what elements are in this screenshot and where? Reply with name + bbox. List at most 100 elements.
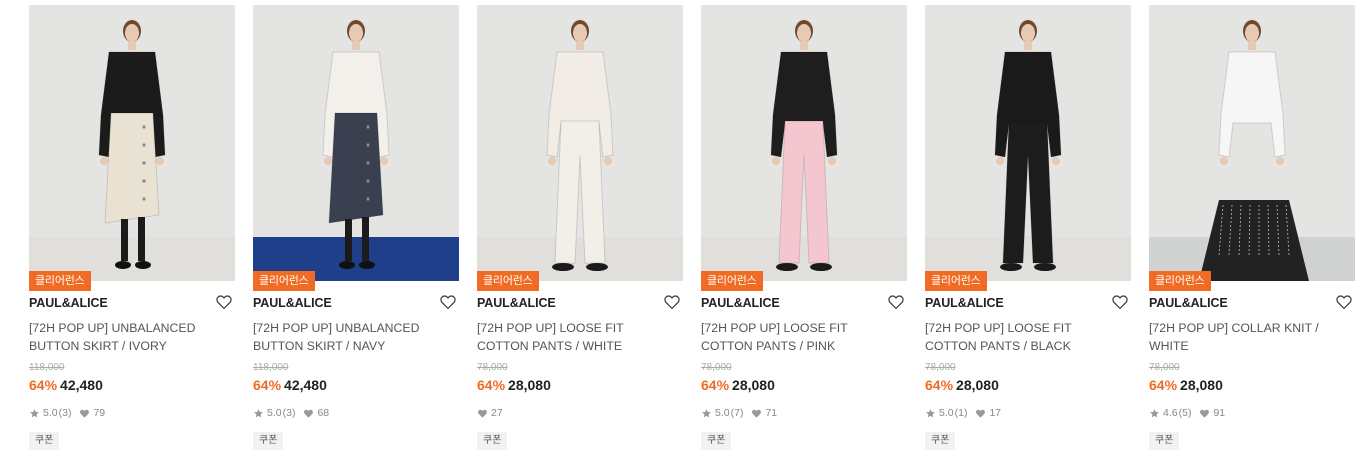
product-name[interactable]: [72H POP UP] UNBALANCED BUTTON SKIRT / N… — [253, 319, 453, 355]
coupon-tag[interactable]: 쿠폰 — [29, 432, 60, 450]
model-hand — [1220, 157, 1228, 165]
brand-name[interactable]: PAUL&ALICE — [701, 296, 780, 310]
discount-rate: 64% — [29, 377, 58, 393]
product-stats: 4.6 (5) 91 — [1149, 406, 1233, 420]
review-count: (3) — [58, 407, 72, 419]
review-count: (3) — [282, 407, 296, 419]
skirt-button — [366, 179, 370, 183]
model-shoe — [552, 263, 574, 271]
clearance-badge: 클리어런스 — [1149, 271, 1211, 291]
skirt-button — [366, 197, 370, 201]
brand-name[interactable]: PAUL&ALICE — [925, 296, 1004, 310]
product-image[interactable] — [701, 5, 907, 281]
model-face — [1245, 24, 1259, 42]
model-figure — [546, 20, 614, 271]
model-skirt — [328, 112, 384, 224]
brand-name[interactable]: PAUL&ALICE — [1149, 296, 1228, 310]
coupon-tag[interactable]: 쿠폰 — [477, 432, 508, 450]
likes: 68 — [303, 407, 329, 419]
likes-count: 17 — [989, 407, 1002, 419]
heart-outline-icon[interactable] — [215, 293, 233, 311]
review-count: (7) — [730, 407, 744, 419]
heart-outline-icon[interactable] — [439, 293, 457, 311]
product-name[interactable]: [72H POP UP] COLLAR KNIT / WHITE — [1149, 319, 1349, 355]
product-card[interactable]: 클리어런스 PAUL&ALICE [72H POP UP] LOOSE FIT … — [701, 5, 907, 460]
model-face — [125, 24, 139, 42]
original-price: 118,000 — [29, 362, 65, 373]
product-card[interactable]: 클리어런스 PAUL&ALICE [72H POP UP] UNBALANCED… — [253, 5, 459, 460]
clearance-badge: 클리어런스 — [253, 271, 315, 291]
rating-value: 5.0 — [43, 407, 58, 419]
model-hand — [1276, 157, 1284, 165]
skirt-button — [142, 197, 146, 201]
model-shoe — [359, 261, 375, 269]
brand-name[interactable]: PAUL&ALICE — [477, 296, 556, 310]
likes: 27 — [477, 407, 503, 419]
heart-filled-icon — [478, 409, 487, 418]
coupon-tag[interactable]: 쿠폰 — [925, 432, 956, 450]
clearance-badge: 클리어런스 — [477, 271, 539, 291]
model-shoe — [135, 261, 151, 269]
rating-value: 5.0 — [939, 407, 954, 419]
product-image[interactable] — [477, 5, 683, 281]
likes-count: 91 — [1213, 407, 1226, 419]
clearance-badge: 클리어런스 — [925, 271, 987, 291]
product-card[interactable]: 클리어런스 PAUL&ALICE [72H POP UP] COLLAR KNI… — [1149, 5, 1355, 460]
product-stats: 5.0 (3) 79 — [29, 406, 113, 420]
coupon-tag[interactable]: 쿠폰 — [253, 432, 284, 450]
heart-outline-icon[interactable] — [663, 293, 681, 311]
product-name[interactable]: [72H POP UP] LOOSE FIT COTTON PANTS / BL… — [925, 319, 1125, 355]
likes-count: 68 — [317, 407, 330, 419]
likes-count: 27 — [491, 407, 503, 419]
product-name[interactable]: [72H POP UP] LOOSE FIT COTTON PANTS / PI… — [701, 319, 901, 355]
sale-price: 42,480 — [60, 377, 103, 393]
skirt-button — [142, 161, 146, 165]
coupon-tag[interactable]: 쿠폰 — [1149, 432, 1180, 450]
model-hand — [828, 157, 836, 165]
model-top — [1218, 51, 1286, 158]
model-hand — [772, 157, 780, 165]
heart-filled-icon — [752, 409, 762, 418]
product-name[interactable]: [72H POP UP] UNBALANCED BUTTON SKIRT / I… — [29, 319, 229, 355]
product-name[interactable]: [72H POP UP] LOOSE FIT COTTON PANTS / WH… — [477, 319, 677, 355]
model-neck — [128, 41, 136, 50]
model-shoe — [586, 263, 608, 271]
brand-name[interactable]: PAUL&ALICE — [29, 296, 108, 310]
model-hand — [380, 157, 388, 165]
model-hand — [324, 157, 332, 165]
product-image[interactable] — [1149, 5, 1355, 281]
product-image[interactable] — [29, 5, 235, 281]
price-line: 64% 28,080 — [925, 377, 999, 393]
model-leg — [345, 219, 352, 261]
skirt-button — [142, 179, 146, 183]
model-shoe — [115, 261, 131, 269]
product-image[interactable] — [253, 5, 459, 281]
heart-outline-icon[interactable] — [887, 293, 905, 311]
clearance-badge: 클리어런스 — [701, 271, 763, 291]
heart-outline-icon[interactable] — [1111, 293, 1129, 311]
product-card[interactable]: 클리어런스 PAUL&ALICE [72H POP UP] UNBALANCED… — [29, 5, 235, 460]
coupon-tag[interactable]: 쿠폰 — [701, 432, 732, 450]
product-card[interactable]: 클리어런스 PAUL&ALICE [72H POP UP] LOOSE FIT … — [477, 5, 683, 460]
rating-value: 5.0 — [267, 407, 282, 419]
product-stats: 5.0 (1) 17 — [925, 406, 1009, 420]
product-image[interactable] — [925, 5, 1131, 281]
original-price: 118,000 — [253, 362, 289, 373]
product-card[interactable]: 클리어런스 PAUL&ALICE [72H POP UP] LOOSE FIT … — [925, 5, 1131, 460]
model-face — [797, 24, 811, 42]
model-figure — [1199, 20, 1309, 281]
discount-rate: 64% — [701, 377, 730, 393]
brand-name[interactable]: PAUL&ALICE — [253, 296, 332, 310]
original-price: 78,000 — [477, 362, 508, 373]
heart-outline-icon[interactable] — [1335, 293, 1353, 311]
model-hand — [996, 157, 1004, 165]
product-grid: 클리어런스 PAUL&ALICE [72H POP UP] UNBALANCED… — [0, 0, 1362, 467]
original-price: 78,000 — [925, 362, 956, 373]
skirt-button — [366, 161, 370, 165]
model-leg — [121, 219, 128, 261]
heart-filled-icon — [976, 409, 986, 418]
product-stats: 27 — [477, 406, 511, 420]
sale-price: 28,080 — [508, 377, 551, 393]
likes: 71 — [751, 407, 777, 419]
model-neck — [576, 41, 584, 50]
